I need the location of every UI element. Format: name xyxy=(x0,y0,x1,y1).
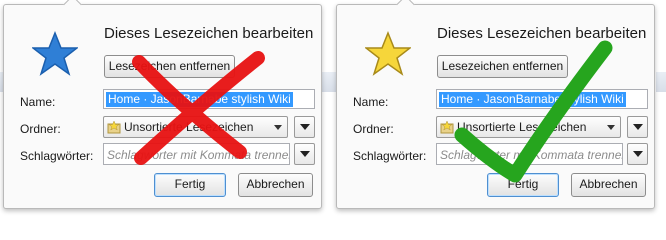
name-input-value: Home · JasonBarnabe stylish Wiki xyxy=(439,92,626,107)
toolbar-strip xyxy=(656,72,666,92)
chevron-down-icon xyxy=(300,151,310,157)
expand-tags-button[interactable] xyxy=(627,143,648,165)
name-label: Name: xyxy=(353,95,389,109)
tags-placeholder: Schlagwörter mit Kommata trennen xyxy=(107,148,290,162)
name-input[interactable]: Home · JasonBarnabe stylish Wiki xyxy=(436,89,648,109)
done-button[interactable]: Fertig xyxy=(487,173,559,197)
panel-title: Dieses Lesezeichen bearbeiten xyxy=(437,25,647,42)
expand-folder-button[interactable] xyxy=(294,116,315,138)
panel-arrow xyxy=(396,0,415,14)
remove-bookmark-button[interactable]: Lesezeichen entfernen xyxy=(437,55,568,78)
folder-select-value: Unsortierte Lesezeichen xyxy=(124,120,254,134)
folder-select-value: Unsortierte Lesezeichen xyxy=(457,120,587,134)
expand-tags-button[interactable] xyxy=(294,143,315,165)
name-input[interactable]: Home · JasonBarnabe stylish Wiki xyxy=(103,89,315,109)
chevron-down-icon xyxy=(274,125,282,130)
name-label: Name: xyxy=(20,95,56,109)
tags-label: Schlagwörter: xyxy=(353,149,427,163)
tags-label: Schlagwörter: xyxy=(20,149,94,163)
folder-label: Ordner: xyxy=(353,122,394,136)
expand-folder-button[interactable] xyxy=(627,116,648,138)
remove-bookmark-button[interactable]: Lesezeichen entfernen xyxy=(104,55,235,78)
panel-arrow xyxy=(63,0,82,14)
tags-input[interactable]: Schlagwörter mit Kommata trennen xyxy=(103,143,290,165)
chevron-down-icon xyxy=(300,124,310,130)
tags-input[interactable]: Schlagwörter mit Kommata trennen xyxy=(436,143,623,165)
cancel-button[interactable]: Abbrechen xyxy=(238,173,313,197)
name-input-value: Home · JasonBarnabe stylish Wiki xyxy=(106,92,293,107)
folder-select[interactable]: Unsortierte Lesezeichen xyxy=(103,116,288,138)
yellow-star-icon xyxy=(365,31,411,76)
cancel-button[interactable]: Abbrechen xyxy=(571,173,646,197)
bookmark-edit-panel-left: Dieses Lesezeichen bearbeiten Lesezeiche… xyxy=(3,0,322,209)
folder-label: Ordner: xyxy=(20,122,61,136)
panel-title: Dieses Lesezeichen bearbeiten xyxy=(104,25,314,42)
blue-star-icon xyxy=(32,31,78,76)
toolbar-strip xyxy=(322,72,336,92)
chevron-down-icon xyxy=(633,124,643,130)
done-button[interactable]: Fertig xyxy=(154,173,226,197)
folder-star-icon xyxy=(440,120,454,134)
chevron-down-icon xyxy=(607,125,615,130)
bookmark-edit-panel-right: Dieses Lesezeichen bearbeiten Lesezeiche… xyxy=(336,0,655,209)
tags-placeholder: Schlagwörter mit Kommata trennen xyxy=(440,148,623,162)
folder-star-icon xyxy=(107,120,121,134)
chevron-down-icon xyxy=(633,151,643,157)
folder-select[interactable]: Unsortierte Lesezeichen xyxy=(436,116,621,138)
